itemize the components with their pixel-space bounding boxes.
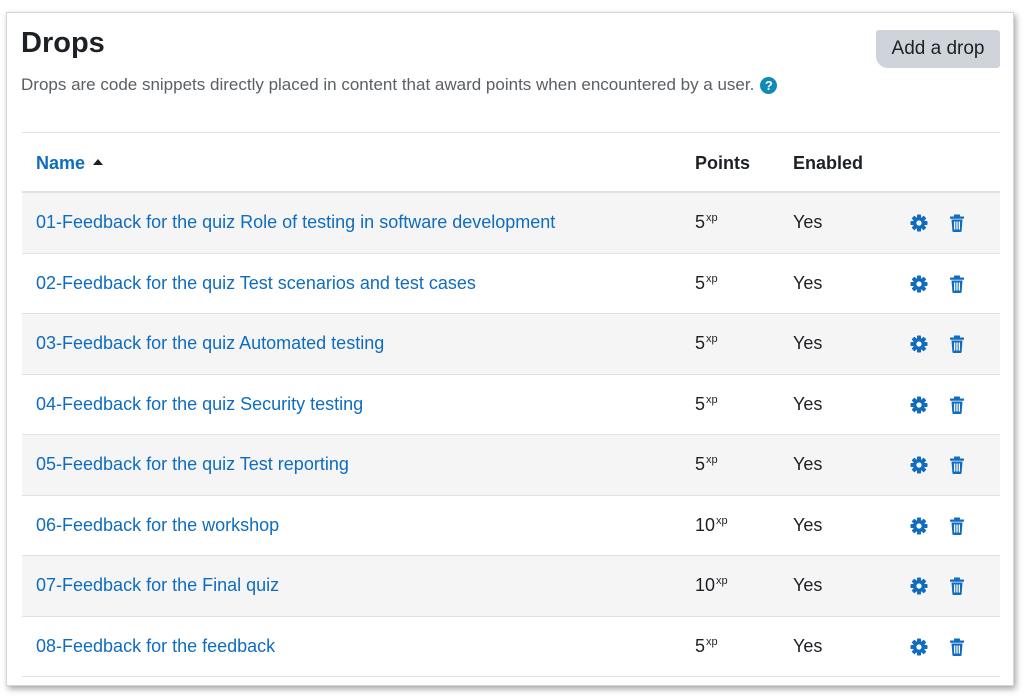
table-row: 03-Feedback for the quiz Automated testi… — [22, 314, 1000, 375]
row-actions — [909, 213, 967, 233]
points-value: 5 — [695, 393, 706, 414]
gear-icon[interactable] — [909, 516, 929, 536]
row-actions — [909, 455, 967, 475]
points-unit: xp — [716, 514, 728, 527]
sort-ascending-icon — [93, 159, 104, 165]
trash-icon[interactable] — [947, 334, 967, 354]
gear-icon[interactable] — [909, 274, 929, 294]
drop-enabled: Yes — [793, 454, 823, 474]
trash-icon[interactable] — [947, 576, 967, 596]
drop-name-link[interactable]: 05-Feedback for the quiz Test reporting — [36, 454, 349, 475]
table-row: 01-Feedback for the quiz Role of testing… — [22, 193, 1000, 254]
drop-enabled: Yes — [793, 635, 823, 656]
points-unit: xp — [706, 635, 718, 648]
points-value: 10 — [695, 575, 716, 595]
table-row: 06-Feedback for the workshop 10xp Yes — [22, 496, 1000, 556]
gear-icon[interactable] — [909, 213, 929, 233]
drop-points: 5xp — [695, 333, 718, 354]
row-actions — [909, 395, 967, 415]
gear-icon[interactable] — [909, 455, 929, 475]
drop-name-link[interactable]: 08-Feedback for the feedback — [36, 636, 275, 657]
drop-points: 10xp — [695, 575, 728, 596]
drop-name-link[interactable]: 01-Feedback for the quiz Role of testing… — [36, 212, 555, 233]
drop-name-link[interactable]: 03-Feedback for the quiz Automated testi… — [36, 333, 384, 354]
question-circle-icon[interactable]: ? — [760, 77, 778, 95]
points-unit: xp — [706, 272, 718, 285]
trash-icon[interactable] — [947, 516, 967, 536]
column-header-points: Points — [695, 153, 751, 173]
gear-icon[interactable] — [909, 576, 929, 596]
table-row: 02-Feedback for the quiz Test scenarios … — [22, 254, 1000, 314]
drop-points: 5xp — [695, 273, 718, 294]
drop-name-link[interactable]: 06-Feedback for the workshop — [36, 515, 279, 536]
points-unit: xp — [706, 333, 718, 345]
page-title: Drops — [21, 27, 105, 59]
gear-icon[interactable] — [909, 637, 929, 657]
drop-enabled: Yes — [793, 272, 823, 293]
points-unit: xp — [706, 393, 718, 406]
table-row: 04-Feedback for the quiz Security testin… — [22, 375, 1000, 435]
row-actions — [909, 274, 967, 294]
points-value: 5 — [695, 272, 706, 293]
drop-enabled: Yes — [793, 212, 823, 232]
table-header: Name Points Enabled — [22, 133, 1000, 193]
points-value: 5 — [695, 454, 706, 474]
points-value: 5 — [695, 212, 706, 232]
points-value: 5 — [695, 333, 706, 353]
add-drop-button[interactable]: Add a drop — [876, 30, 1000, 68]
drop-points: 10xp — [695, 515, 728, 536]
trash-icon[interactable] — [947, 274, 967, 294]
table-body: 01-Feedback for the quiz Role of testing… — [22, 193, 1000, 677]
points-unit: xp — [706, 212, 718, 224]
drop-points: 5xp — [695, 636, 718, 657]
description-text: Drops are code snippets directly placed … — [21, 75, 755, 94]
trash-icon[interactable] — [947, 455, 967, 475]
row-actions — [909, 334, 967, 354]
trash-icon[interactable] — [947, 395, 967, 415]
drop-points: 5xp — [695, 454, 718, 475]
trash-icon[interactable] — [947, 213, 967, 233]
drop-enabled: Yes — [793, 575, 823, 595]
table-row: 07-Feedback for the Final quiz 10xp Yes — [22, 556, 1000, 617]
points-value: 5 — [695, 635, 706, 656]
drops-panel: Drops Add a drop Drops are code snippets… — [6, 12, 1014, 686]
table-row: 05-Feedback for the quiz Test reporting 5… — [22, 435, 1000, 496]
drop-points: 5xp — [695, 212, 718, 233]
drop-enabled: Yes — [793, 514, 823, 535]
drop-name-link[interactable]: 07-Feedback for the Final quiz — [36, 575, 279, 596]
page-description: Drops are code snippets directly placed … — [21, 75, 778, 95]
points-unit: xp — [706, 454, 718, 466]
trash-icon[interactable] — [947, 637, 967, 657]
drop-enabled: Yes — [793, 393, 823, 414]
points-value: 10 — [695, 514, 716, 535]
row-actions — [909, 576, 967, 596]
drop-enabled: Yes — [793, 333, 823, 353]
column-header-enabled: Enabled — [793, 153, 864, 173]
column-header-name[interactable]: Name — [36, 153, 104, 174]
row-actions — [909, 637, 967, 657]
drop-points: 5xp — [695, 394, 718, 415]
gear-icon[interactable] — [909, 395, 929, 415]
column-header-name-label: Name — [36, 153, 86, 173]
points-unit: xp — [716, 575, 728, 587]
drops-table: Name Points Enabled 01-Feedback for the … — [22, 132, 1000, 677]
drop-name-link[interactable]: 02-Feedback for the quiz Test scenarios … — [36, 273, 476, 294]
row-actions — [909, 516, 967, 536]
table-row: 08-Feedback for the feedback 5xp Yes — [22, 617, 1000, 677]
drop-name-link[interactable]: 04-Feedback for the quiz Security testin… — [36, 394, 363, 415]
gear-icon[interactable] — [909, 334, 929, 354]
